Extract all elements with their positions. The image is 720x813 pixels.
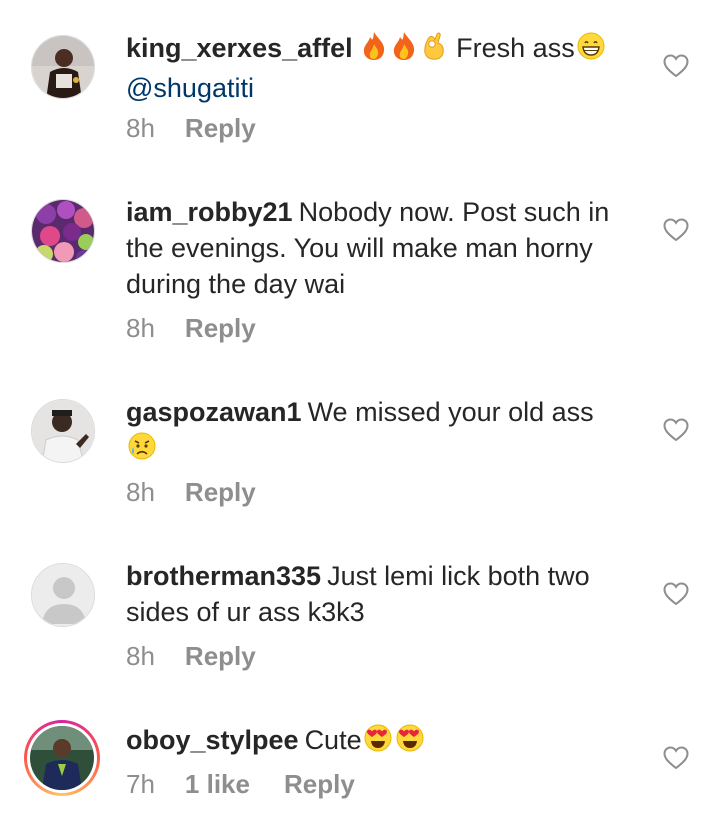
comment-text-line: during the day wai (126, 269, 346, 299)
comment-timestamp: 8h (126, 313, 155, 343)
likes-count-button[interactable]: 1 like (185, 769, 250, 799)
like-heart-icon[interactable] (663, 582, 689, 606)
comment-body: gaspozawan1 We missed your old ass (126, 394, 626, 470)
like-heart-icon[interactable] (663, 746, 689, 770)
heart-eyes-emoji (395, 723, 425, 762)
comment-text-line: sides of ur ass k3k3 (126, 597, 365, 627)
avatar[interactable] (31, 199, 95, 263)
fire-emoji (390, 31, 418, 70)
reply-button[interactable]: Reply (185, 477, 256, 507)
comment-username[interactable]: brotherman335 (126, 561, 321, 591)
comment-text: Cute (304, 725, 362, 755)
sad-but-relieved-face-emoji (127, 431, 157, 470)
avatar[interactable] (31, 563, 95, 627)
comment-username[interactable]: king_xerxes_affel (126, 33, 353, 63)
comment-timestamp: 8h (126, 477, 155, 507)
mention-link[interactable]: @shugatiti (126, 73, 254, 103)
reply-button[interactable]: Reply (185, 313, 256, 343)
comment-text: We missed your old ass (307, 397, 594, 427)
like-heart-icon[interactable] (663, 54, 689, 78)
comment-timestamp: 8h (126, 113, 155, 143)
comment-timestamp: 8h (126, 641, 155, 671)
comment-meta: 8h Reply (126, 313, 256, 344)
reply-button[interactable]: Reply (185, 113, 256, 143)
fire-emoji (360, 31, 388, 70)
comment-text-line: Nobody now. Post such in (298, 197, 610, 227)
like-heart-icon[interactable] (663, 218, 689, 242)
comment-username[interactable]: gaspozawan1 (126, 397, 302, 427)
ok-hand-emoji (420, 31, 448, 70)
comment-body: brotherman335 Just lemi lick both two sid… (126, 558, 626, 630)
heart-eyes-emoji (363, 723, 393, 762)
avatar[interactable] (31, 399, 95, 463)
comment-text: Fresh ass (456, 33, 575, 63)
like-heart-icon[interactable] (663, 418, 689, 442)
comment-text-line: Just lemi lick both two (327, 561, 590, 591)
comment-meta: 8h Reply (126, 113, 256, 144)
comment-body: oboy_stylpee Cute (126, 722, 626, 762)
comment-username[interactable]: oboy_stylpee (126, 725, 299, 755)
avatar[interactable] (31, 35, 95, 99)
comment-body: iam_robby21 Nobody now. Post such in the … (126, 194, 626, 302)
avatar-with-story-ring[interactable] (24, 720, 100, 796)
comment-body: king_xerxes_affel Fresh ass @shugatiti (126, 30, 626, 106)
comment-meta: 8h Reply (126, 477, 256, 508)
comment-username[interactable]: iam_robby21 (126, 197, 293, 227)
comment-meta: 8h Reply (126, 641, 256, 672)
comment-text-line: the evenings. You will make man horny (126, 233, 593, 263)
grinning-face-emoji (576, 31, 606, 70)
reply-button[interactable]: Reply (284, 769, 355, 799)
comment-timestamp: 7h (126, 769, 155, 799)
comment-meta: 7h 1 like Reply (126, 769, 355, 800)
reply-button[interactable]: Reply (185, 641, 256, 671)
